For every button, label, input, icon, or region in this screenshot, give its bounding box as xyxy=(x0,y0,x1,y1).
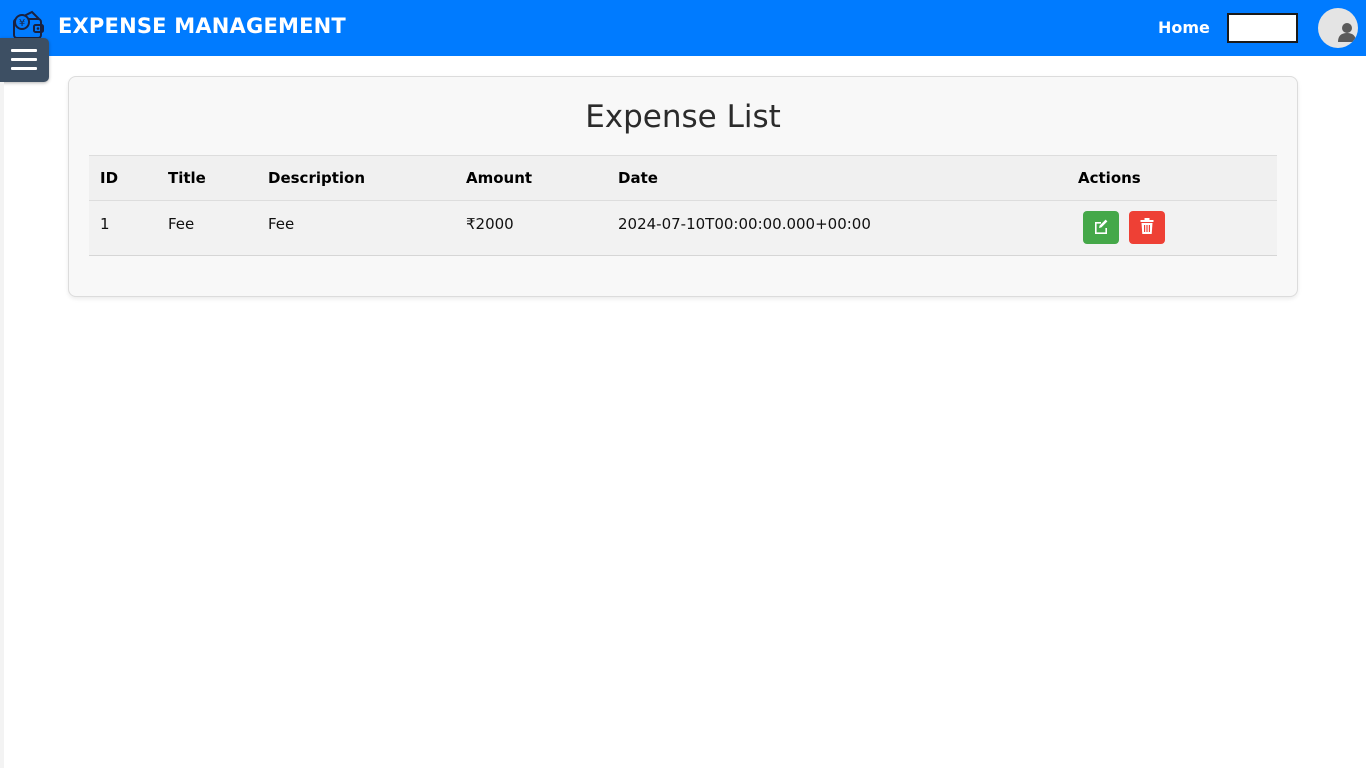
expense-list-card: Expense List ID Title Description Amount… xyxy=(68,76,1298,297)
column-header-date: Date xyxy=(618,169,658,187)
brand-title[interactable]: EXPENSE MANAGEMENT xyxy=(58,14,346,38)
column-header-actions: Actions xyxy=(1078,169,1141,187)
trash-icon xyxy=(1140,217,1154,238)
page-title: Expense List xyxy=(585,99,781,135)
sidebar-toggle-button[interactable] xyxy=(0,38,49,82)
wallet-logo-icon: ¥ xyxy=(12,10,46,40)
table-row: 1 Fee Fee ₹2000 2024-07-10T00:00:00.000+… xyxy=(89,201,1277,256)
cell-date: 2024-07-10T00:00:00.000+00:00 xyxy=(618,215,871,233)
column-header-id: ID xyxy=(100,169,119,187)
logout-button[interactable]: Logout xyxy=(1227,13,1298,43)
user-icon xyxy=(1318,23,1358,48)
hamburger-menu-icon xyxy=(11,49,37,52)
table-header-row: ID Title Description Amount Date Actions xyxy=(89,155,1277,201)
user-avatar[interactable] xyxy=(1318,8,1358,48)
svg-text:¥: ¥ xyxy=(19,18,25,29)
navbar: ¥ EXPENSE MANAGEMENT Home Logout xyxy=(0,0,1366,56)
delete-button[interactable] xyxy=(1129,211,1165,244)
cell-description: Fee xyxy=(268,215,295,233)
column-header-amount: Amount xyxy=(466,169,533,187)
expense-table: ID Title Description Amount Date Actions… xyxy=(89,155,1277,256)
edit-button[interactable] xyxy=(1083,211,1119,244)
edit-icon xyxy=(1093,218,1109,238)
column-header-description: Description xyxy=(268,169,366,187)
cell-amount: ₹2000 xyxy=(466,215,514,233)
nav-home-link[interactable]: Home xyxy=(1158,18,1210,37)
sidebar-edge xyxy=(0,82,4,768)
column-header-title: Title xyxy=(168,169,206,187)
cell-title: Fee xyxy=(168,215,195,233)
cell-id: 1 xyxy=(100,215,110,233)
